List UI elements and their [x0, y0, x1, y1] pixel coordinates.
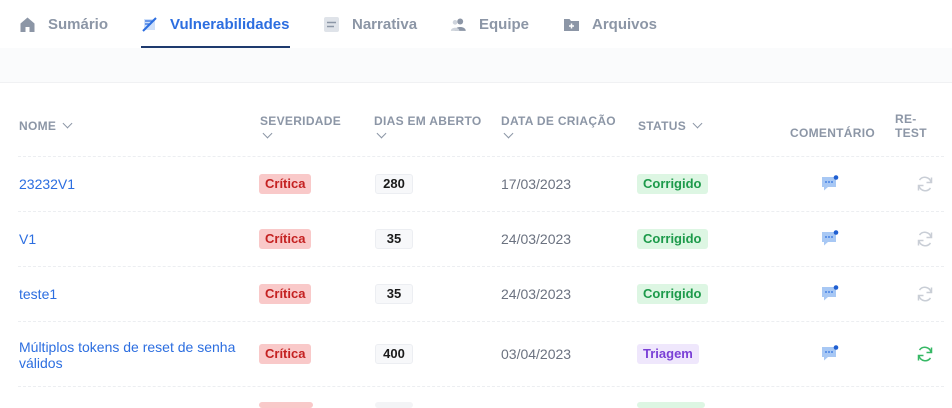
- creation-date: 24/03/2023: [501, 286, 572, 302]
- vulnerability-icon: [141, 16, 158, 33]
- row-divider: [18, 386, 944, 387]
- tab-sumario[interactable]: Sumário: [19, 0, 108, 48]
- vulnerability-name-link[interactable]: teste1: [19, 286, 57, 302]
- home-icon: [19, 16, 36, 33]
- column-header-created[interactable]: DATA DE CRIAÇÃO: [501, 114, 616, 139]
- creation-date: 03/04/2023: [501, 346, 572, 362]
- tab-sumario-label: Sumário: [48, 15, 109, 33]
- creation-date: 24/03/2023: [501, 231, 572, 247]
- comment-icon[interactable]: [821, 285, 839, 302]
- column-header-name[interactable]: NOME: [19, 118, 73, 133]
- chevron-down-icon: [376, 128, 387, 139]
- retest-icon[interactable]: [916, 345, 934, 363]
- row-divider: [18, 321, 944, 322]
- column-header-status[interactable]: STATUS: [638, 118, 703, 133]
- tab-arquivos-label: Arquivos: [592, 15, 658, 33]
- days-open-value: 35: [375, 284, 413, 304]
- vulnerability-name-link[interactable]: 23232V1: [19, 176, 75, 192]
- tab-equipe[interactable]: Equipe: [450, 0, 529, 48]
- vulnerability-name-link[interactable]: Múltiplos tokens de reset de senha válido…: [19, 339, 235, 371]
- chevron-down-icon: [503, 128, 514, 139]
- severity-badge: Crítica: [259, 284, 312, 304]
- tab-arquivos[interactable]: Arquivos: [563, 0, 657, 48]
- folder-icon: [563, 16, 580, 33]
- comment-icon[interactable]: [821, 345, 839, 362]
- severity-badge: Crítica: [259, 229, 312, 249]
- team-icon: [450, 16, 467, 33]
- column-header-severity[interactable]: SEVERIDADE: [260, 114, 341, 139]
- status-badge: Corrigido: [637, 229, 708, 249]
- vulnerability-name-link[interactable]: V1: [19, 231, 36, 247]
- chevron-down-icon: [262, 128, 273, 139]
- document-icon: [323, 16, 340, 33]
- toolbar-band: [0, 48, 952, 83]
- status-badge: Corrigido: [637, 284, 708, 304]
- row-divider: [18, 266, 944, 267]
- severity-badge-partial: [259, 402, 313, 408]
- tab-equipe-label: Equipe: [479, 15, 530, 33]
- row-divider: [18, 156, 944, 157]
- retest-icon[interactable]: [916, 230, 934, 248]
- status-badge: Triagem: [637, 344, 699, 364]
- chevron-down-icon: [62, 118, 73, 129]
- column-header-days-open[interactable]: DIAS EM ABERTO: [374, 114, 482, 139]
- retest-icon[interactable]: [916, 285, 934, 303]
- row-divider: [18, 211, 944, 212]
- comment-icon[interactable]: [821, 175, 839, 192]
- severity-badge: Crítica: [259, 174, 312, 194]
- tab-narrativa-label: Narrativa: [352, 15, 418, 33]
- retest-icon[interactable]: [916, 175, 934, 193]
- chevron-down-icon: [692, 118, 703, 129]
- status-badge-partial: [637, 402, 705, 408]
- tab-bar: Sumário Vulnerabilidades Narrativa Equip…: [0, 0, 952, 48]
- days-open-value: 280: [375, 174, 413, 194]
- severity-badge: Crítica: [259, 344, 312, 364]
- creation-date: 17/03/2023: [501, 176, 572, 192]
- days-open-partial: [375, 402, 413, 408]
- tab-vulnerabilidades-label: Vulnerabilidades: [170, 15, 290, 33]
- comment-icon[interactable]: [821, 230, 839, 247]
- days-open-value: 400: [375, 344, 413, 364]
- column-header-retest: RE- TEST: [895, 112, 927, 140]
- tab-narrativa[interactable]: Narrativa: [323, 0, 417, 48]
- tab-vulnerabilidades[interactable]: Vulnerabilidades: [141, 0, 290, 48]
- column-header-comment: COMENTÁRIO: [790, 126, 875, 140]
- days-open-value: 35: [375, 229, 413, 249]
- status-badge: Corrigido: [637, 174, 708, 194]
